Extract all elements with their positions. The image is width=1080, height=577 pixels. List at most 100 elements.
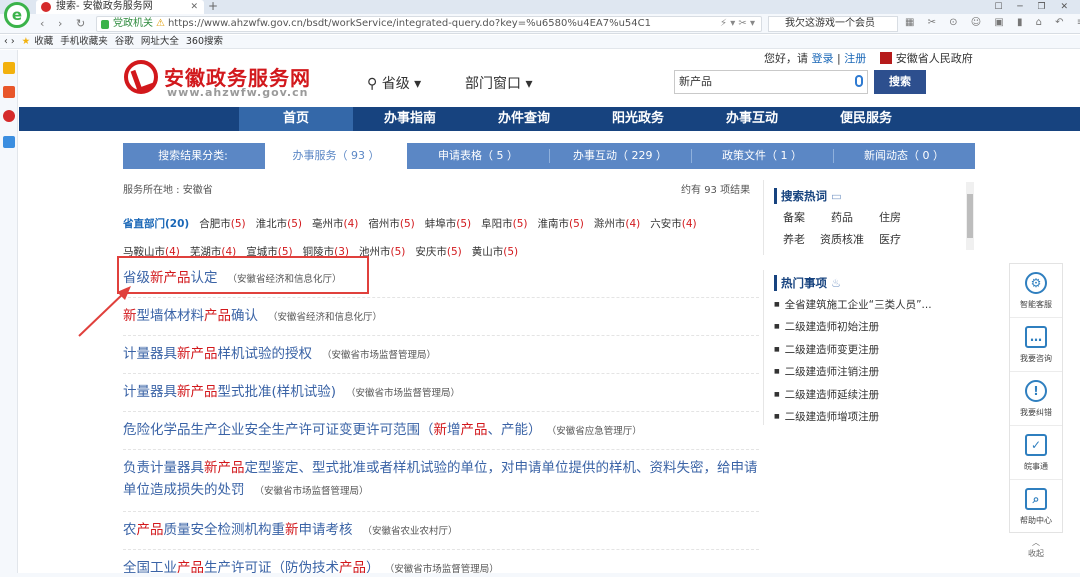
filter-count: (5): [390, 246, 406, 258]
bookmark-item[interactable]: 手机收藏夹: [60, 36, 108, 47]
filter-name: 淮南市: [537, 218, 569, 230]
hot-item[interactable]: 二级建造师变更注册: [774, 339, 974, 361]
browser-logo-icon[interactable]: e: [4, 2, 30, 28]
filter-count: (4): [625, 218, 641, 230]
tab-news[interactable]: 新闻动态（ 0 ）: [833, 143, 975, 169]
dept-window-selector[interactable]: 部门窗口 ▾: [465, 73, 532, 93]
result-title-link[interactable]: 新型墙体材料产品确认: [123, 308, 258, 324]
browser-search-input[interactable]: 我欠这游戏一个会员: [768, 16, 898, 32]
result-title-link[interactable]: 农产品质量安全检测机构重新申请考核: [123, 522, 353, 538]
region-filter[interactable]: 蚌埠市(5): [425, 210, 471, 238]
tab-interaction[interactable]: 办事互动（ 229 ）: [549, 143, 691, 169]
weibo-icon[interactable]: [3, 110, 15, 122]
url-tools-icon[interactable]: ⚡ ▾ ✂ ▾: [720, 17, 755, 31]
hot-item[interactable]: 二级建造师注销注册: [774, 361, 974, 383]
filter-name: 蚌埠市: [424, 218, 457, 230]
hot-item[interactable]: 二级建造师增项注册: [774, 406, 974, 428]
hot-item[interactable]: 二级建造师延续注册: [774, 384, 974, 406]
nav-home[interactable]: 首页: [239, 107, 353, 131]
microphone-icon[interactable]: [855, 75, 863, 87]
site-logo-icon[interactable]: [124, 60, 158, 94]
region-filter[interactable]: 阜阳市(5): [481, 210, 527, 238]
login-link[interactable]: 登录: [812, 52, 834, 65]
bookmark-item[interactable]: 谷歌: [115, 36, 134, 47]
result-org: （安徽省市场监督管理局）: [346, 388, 461, 399]
result-title-link[interactable]: 计量器具新产品样机试验的授权: [123, 346, 312, 362]
nav-guide[interactable]: 办事指南: [353, 107, 467, 131]
keyword-highlight: 新产品: [177, 346, 218, 362]
search-button[interactable]: 搜索: [874, 70, 926, 94]
browser-tab[interactable]: 搜索- 安徽政务服务网 ✕: [36, 0, 204, 14]
nav-convenience[interactable]: 便民服务: [809, 107, 923, 131]
hot-words: 备案 药品 住房养老 资质核准 医疗: [770, 207, 960, 251]
region-filter[interactable]: 淮南市(5): [537, 210, 583, 238]
nav-public-affairs[interactable]: 阳光政务: [581, 107, 695, 131]
hot-items-panel: 热门事项 ♨ 全省建筑施工企业“三类人员”... 二级建造师初始注册 二级建造师…: [763, 270, 975, 425]
help-center-button[interactable]: ⌕ 帮助中心: [1010, 480, 1062, 534]
mail-icon[interactable]: [3, 136, 15, 148]
back-icon[interactable]: ‹: [40, 17, 44, 30]
hot-word[interactable]: 药品: [818, 207, 866, 229]
hot-word[interactable]: 医疗: [866, 229, 914, 251]
result-row: 农产品质量安全检测机构重新申请考核 （安徽省农业农村厅）: [123, 512, 759, 550]
result-title-link[interactable]: 计量器具新产品型式批准(样机试验): [123, 384, 336, 400]
nav-query[interactable]: 办件查询: [467, 107, 581, 131]
gov-emblem-icon: [879, 52, 892, 64]
bookmark-nav-icon[interactable]: ‹ ›: [4, 36, 15, 47]
search-input[interactable]: 新产品: [674, 70, 868, 94]
hot-word[interactable]: 备案: [770, 207, 818, 229]
hot-words-scrollbar[interactable]: [966, 182, 974, 250]
security-icon: ⚠: [156, 18, 165, 29]
result-title-text: 型墙体材料: [136, 308, 205, 324]
region-filter[interactable]: 六安市(4): [650, 210, 696, 238]
result-title-link[interactable]: 负责计量器具新产品定型鉴定、型式批准或者样机试验的单位，对申请单位提供的样机、资…: [123, 460, 758, 498]
region-filter[interactable]: 省直部门(20): [123, 210, 189, 238]
tab-policies[interactable]: 政策文件（ 1 ）: [691, 143, 833, 169]
consult-button[interactable]: … 我要咨询: [1010, 318, 1062, 372]
tab-forms[interactable]: 申请表格（ 5 ）: [407, 143, 549, 169]
gov-link[interactable]: 安徽省人民政府: [896, 52, 973, 65]
nav-interaction[interactable]: 办事互动: [695, 107, 809, 131]
wanshitong-button[interactable]: ✓ 皖事通: [1010, 426, 1062, 480]
result-title-text: 计量器具: [123, 346, 177, 362]
smart-service-button[interactable]: ⚙ 智能客服: [1010, 264, 1062, 318]
region-filter[interactable]: 淮北市(5): [256, 210, 302, 238]
count-number: 93: [704, 185, 717, 196]
filter-count: (5): [230, 218, 246, 230]
tab-title: 搜索- 安徽政务服务网: [56, 1, 153, 12]
window-controls[interactable]: ☐ ─ ❐ ✕: [994, 0, 1074, 14]
hot-word[interactable]: 养老: [770, 229, 818, 251]
bookmark-item[interactable]: 360搜索: [186, 36, 223, 47]
close-tab-icon[interactable]: ✕: [190, 0, 198, 14]
location-selector[interactable]: ⚲ 省级 ▾: [367, 73, 421, 93]
url-field[interactable]: 党政机关 ⚠ https://www.ahzwfw.gov.cn/bsdt/work…: [96, 16, 762, 32]
correction-button[interactable]: ! 我要纠错: [1010, 372, 1062, 426]
forward-icon[interactable]: ›: [58, 17, 62, 30]
main-nav: 首页 办事指南 办件查询 阳光政务 办事互动 便民服务: [19, 107, 1080, 131]
region-filter[interactable]: 亳州市(4): [312, 210, 358, 238]
hot-search-title-text: 搜索热词: [781, 189, 827, 203]
result-row: 计量器具新产品型式批准(样机试验) （安徽省市场监督管理局）: [123, 374, 759, 412]
region-filter[interactable]: 合肥市(5): [199, 210, 245, 238]
region-filter[interactable]: 宿州市(5): [368, 210, 414, 238]
hot-item[interactable]: 全省建筑施工企业“三类人员”...: [774, 294, 974, 316]
filter-count: (4): [343, 218, 359, 230]
hot-word[interactable]: 资质核准: [818, 229, 866, 251]
filter-name: 黄山市: [471, 246, 504, 258]
region-filter[interactable]: 滁州市(4): [594, 210, 640, 238]
hot-word[interactable]: 住房: [866, 207, 914, 229]
new-tab-button[interactable]: +: [208, 0, 218, 13]
bookmark-item[interactable]: 网址大全: [141, 36, 179, 47]
collapse-button[interactable]: ︿ 收起: [1009, 537, 1063, 559]
notes-icon[interactable]: [3, 86, 15, 98]
result-title-link[interactable]: 危险化学品生产企业安全生产许可证变更许可范围（新增产品、产能）: [123, 422, 542, 438]
favorites-icon[interactable]: [3, 62, 15, 74]
tab-services[interactable]: 办事服务（ 93 ）: [265, 143, 407, 169]
refresh-icon[interactable]: ↻: [76, 17, 85, 30]
toolbar-icons[interactable]: ▦ ✂ ⊙ ☺ ▣ ▮ ⌂ ↶ ≡: [905, 17, 1080, 28]
bookmark-item[interactable]: 收藏: [34, 36, 53, 47]
result-count: 约有 93 项结果: [681, 181, 750, 196]
register-link[interactable]: 注册: [844, 52, 866, 65]
result-title-text: 负责计量器具: [123, 460, 204, 476]
hot-item[interactable]: 二级建造师初始注册: [774, 316, 974, 338]
